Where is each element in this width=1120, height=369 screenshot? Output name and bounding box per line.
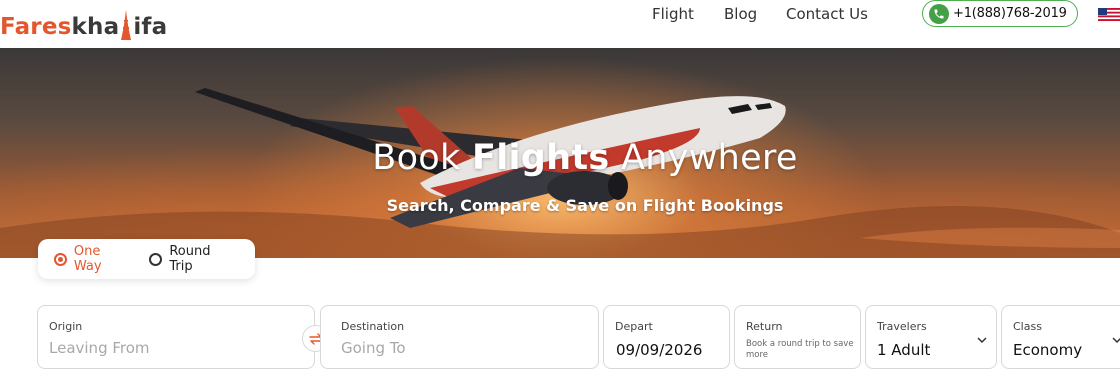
hero-title: Book Flights Anywhere — [0, 138, 1120, 178]
hero-title-pre: Book — [372, 138, 472, 178]
hero-subtitle: Search, Compare & Save on Flight Booking… — [386, 196, 784, 215]
nav-flight[interactable]: Flight — [652, 5, 694, 23]
destination-label: Destination — [341, 320, 405, 333]
hero-title-post: Anywhere — [609, 138, 798, 178]
travelers-field[interactable]: Travelers 1 Adult — [865, 305, 997, 369]
logo-text-kha: kha — [71, 14, 120, 40]
nav-blog[interactable]: Blog — [724, 5, 757, 23]
travelers-label: Travelers — [877, 320, 927, 333]
chevron-down-icon — [977, 337, 987, 344]
destination-input[interactable] — [341, 339, 571, 357]
chevron-down-icon — [1112, 337, 1120, 344]
phone-number: +1(888)768-2019 — [953, 6, 1067, 21]
origin-label: Origin — [49, 320, 83, 333]
phone-icon — [929, 3, 949, 24]
us-flag-icon[interactable] — [1098, 8, 1120, 21]
trip-one-way[interactable]: One Way — [54, 244, 131, 274]
travelers-value: 1 Adult — [877, 341, 931, 359]
logo-text-fares: Fares — [0, 14, 72, 40]
origin-field[interactable]: Origin — [37, 305, 315, 369]
trip-type-selector: One Way Round Trip — [38, 239, 255, 279]
radio-checked-icon — [54, 252, 67, 266]
class-label: Class — [1013, 320, 1042, 333]
radio-unchecked-icon — [149, 252, 163, 266]
trip-one-way-label: One Way — [73, 244, 102, 274]
depart-label: Depart — [615, 320, 653, 333]
depart-field[interactable]: Depart 09/09/2026 — [603, 305, 730, 369]
trip-round-trip-label: Round Trip — [169, 244, 211, 274]
tower-icon — [120, 10, 132, 40]
hero-banner: Book Flights Anywhere Search, Compare & … — [0, 48, 1120, 258]
return-label: Return — [746, 320, 783, 333]
destination-field[interactable]: Destination — [320, 305, 599, 369]
logo-text-ifa: ifa — [133, 14, 168, 40]
class-value: Economy — [1013, 341, 1083, 359]
origin-input[interactable] — [49, 339, 279, 357]
depart-date: 09/09/2026 — [616, 341, 703, 359]
site-header: Fares kha ifa Flight Blog Contact Us +1(88… — [0, 0, 1120, 48]
return-field[interactable]: Return Book a round trip to save more — [734, 305, 861, 369]
nav-contact-us[interactable]: Contact Us — [786, 5, 868, 23]
class-field[interactable]: Class Economy — [1001, 305, 1120, 369]
trip-round-trip[interactable]: Round Trip — [149, 244, 237, 274]
hero-title-bold: Flights — [472, 138, 610, 178]
phone-button[interactable]: +1(888)768-2019 — [922, 0, 1078, 27]
logo[interactable]: Fares kha ifa — [0, 6, 167, 40]
return-note: Book a round trip to save more — [746, 339, 854, 360]
